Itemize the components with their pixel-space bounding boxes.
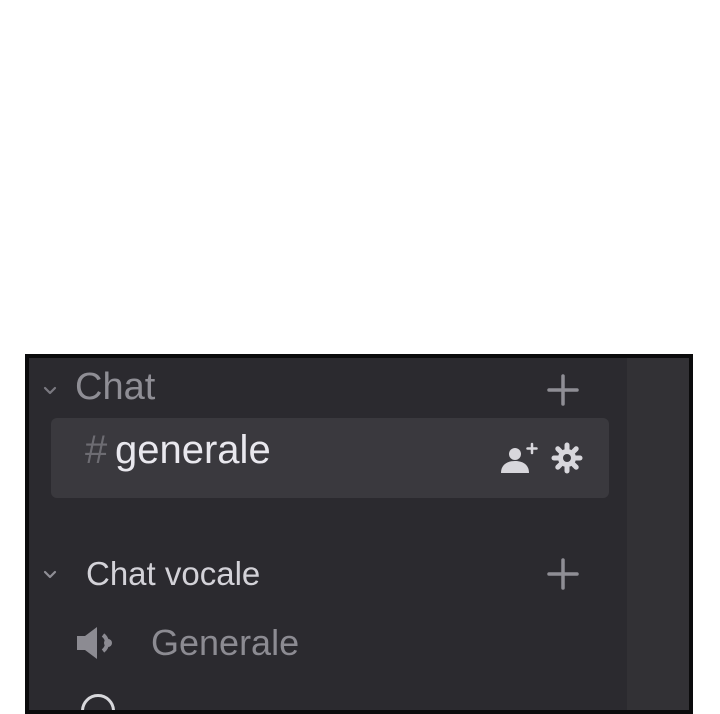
voice-channel-generale[interactable]: Generale <box>69 616 569 666</box>
member-rail <box>627 358 689 710</box>
category-label: Chat vocale <box>86 555 261 592</box>
category-voice-chat[interactable]: Chat vocale <box>29 552 629 596</box>
category-chat[interactable]: Chat <box>29 366 629 410</box>
gear-icon[interactable] <box>551 442 583 474</box>
chevron-down-icon <box>43 386 57 395</box>
avatar[interactable] <box>81 694 115 710</box>
category-label: Chat <box>75 366 156 408</box>
add-channel-icon[interactable] <box>547 374 579 406</box>
voice-channel-name: Generale <box>151 622 300 663</box>
channel-sidebar: Chat # generale Chat vocale Generale <box>25 354 693 714</box>
add-channel-icon[interactable] <box>547 558 579 590</box>
channel-name: generale <box>115 428 271 472</box>
chevron-down-icon <box>43 570 57 579</box>
hash-icon: # <box>85 428 108 472</box>
add-member-icon[interactable] <box>499 442 539 476</box>
speaker-icon <box>77 627 112 659</box>
channel-item-generale[interactable]: # generale <box>51 418 609 498</box>
